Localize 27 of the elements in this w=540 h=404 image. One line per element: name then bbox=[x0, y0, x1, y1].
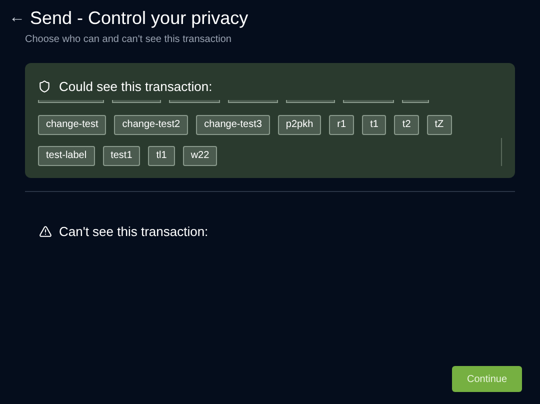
label-tag[interactable]: test-label bbox=[38, 146, 95, 166]
label-tag[interactable]: test1 bbox=[102, 146, 140, 166]
page-title: Send - Control your privacy bbox=[30, 7, 248, 30]
section-heading: Could see this transaction: bbox=[59, 78, 212, 96]
label-tag[interactable]: t2 bbox=[394, 114, 419, 134]
label-tag[interactable]: change-test bbox=[38, 114, 106, 134]
back-button[interactable]: ← bbox=[8, 10, 26, 26]
label-tag[interactable]: change-test3 bbox=[196, 114, 270, 134]
label-tag[interactable]: w22 bbox=[182, 146, 218, 166]
label-tag[interactable]: tl1 bbox=[148, 146, 175, 166]
label-tag[interactable]: change-test2 bbox=[114, 114, 188, 134]
clipped-tag bbox=[228, 100, 278, 102]
label-tag[interactable]: p2pkh bbox=[278, 114, 322, 134]
clipped-tag bbox=[38, 100, 104, 102]
clipped-tag bbox=[343, 100, 394, 102]
warning-icon bbox=[39, 224, 52, 238]
scrollbar[interactable] bbox=[501, 138, 502, 166]
label-tag[interactable]: t1 bbox=[362, 114, 386, 134]
page-subtitle: Choose who can and can't see this transaction bbox=[25, 33, 232, 47]
clipped-tag bbox=[169, 100, 220, 102]
label-tag[interactable]: tZ bbox=[426, 114, 452, 134]
clipped-tag bbox=[402, 100, 429, 102]
clipped-tag bbox=[112, 100, 161, 102]
clipped-tag bbox=[286, 100, 335, 102]
label-tag[interactable]: r1 bbox=[329, 114, 354, 134]
shield-icon bbox=[38, 80, 51, 94]
section-heading: Can't see this transaction: bbox=[59, 222, 208, 240]
